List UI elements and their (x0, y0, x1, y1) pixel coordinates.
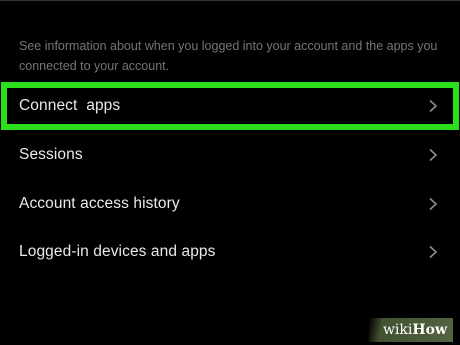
menu-item-label: Logged-in devices and apps (19, 243, 216, 260)
chevron-right-icon (429, 99, 438, 113)
menu-item-logged-in-devices[interactable]: Logged-in devices and apps (0, 228, 460, 276)
section-description: See information about when you logged in… (19, 39, 438, 73)
chevron-right-icon (429, 245, 438, 259)
menu-item-connect-apps[interactable]: Connect apps (0, 82, 460, 130)
menu-item-sessions[interactable]: Sessions (0, 131, 460, 179)
menu-item-label: Account access history (19, 195, 180, 212)
top-divider (0, 0, 460, 1)
watermark-how: How (412, 322, 447, 338)
chevron-right-icon (429, 148, 438, 162)
menu-item-label: Connect apps (19, 97, 121, 114)
menu-item-account-access-history[interactable]: Account access history (0, 180, 460, 228)
menu-item-label: Sessions (19, 146, 83, 163)
wikihow-watermark: wiki How (368, 318, 453, 342)
security-settings-screen: See information about when you logged in… (0, 0, 460, 345)
watermark-wiki: wiki (382, 322, 413, 338)
chevron-right-icon (429, 197, 438, 211)
